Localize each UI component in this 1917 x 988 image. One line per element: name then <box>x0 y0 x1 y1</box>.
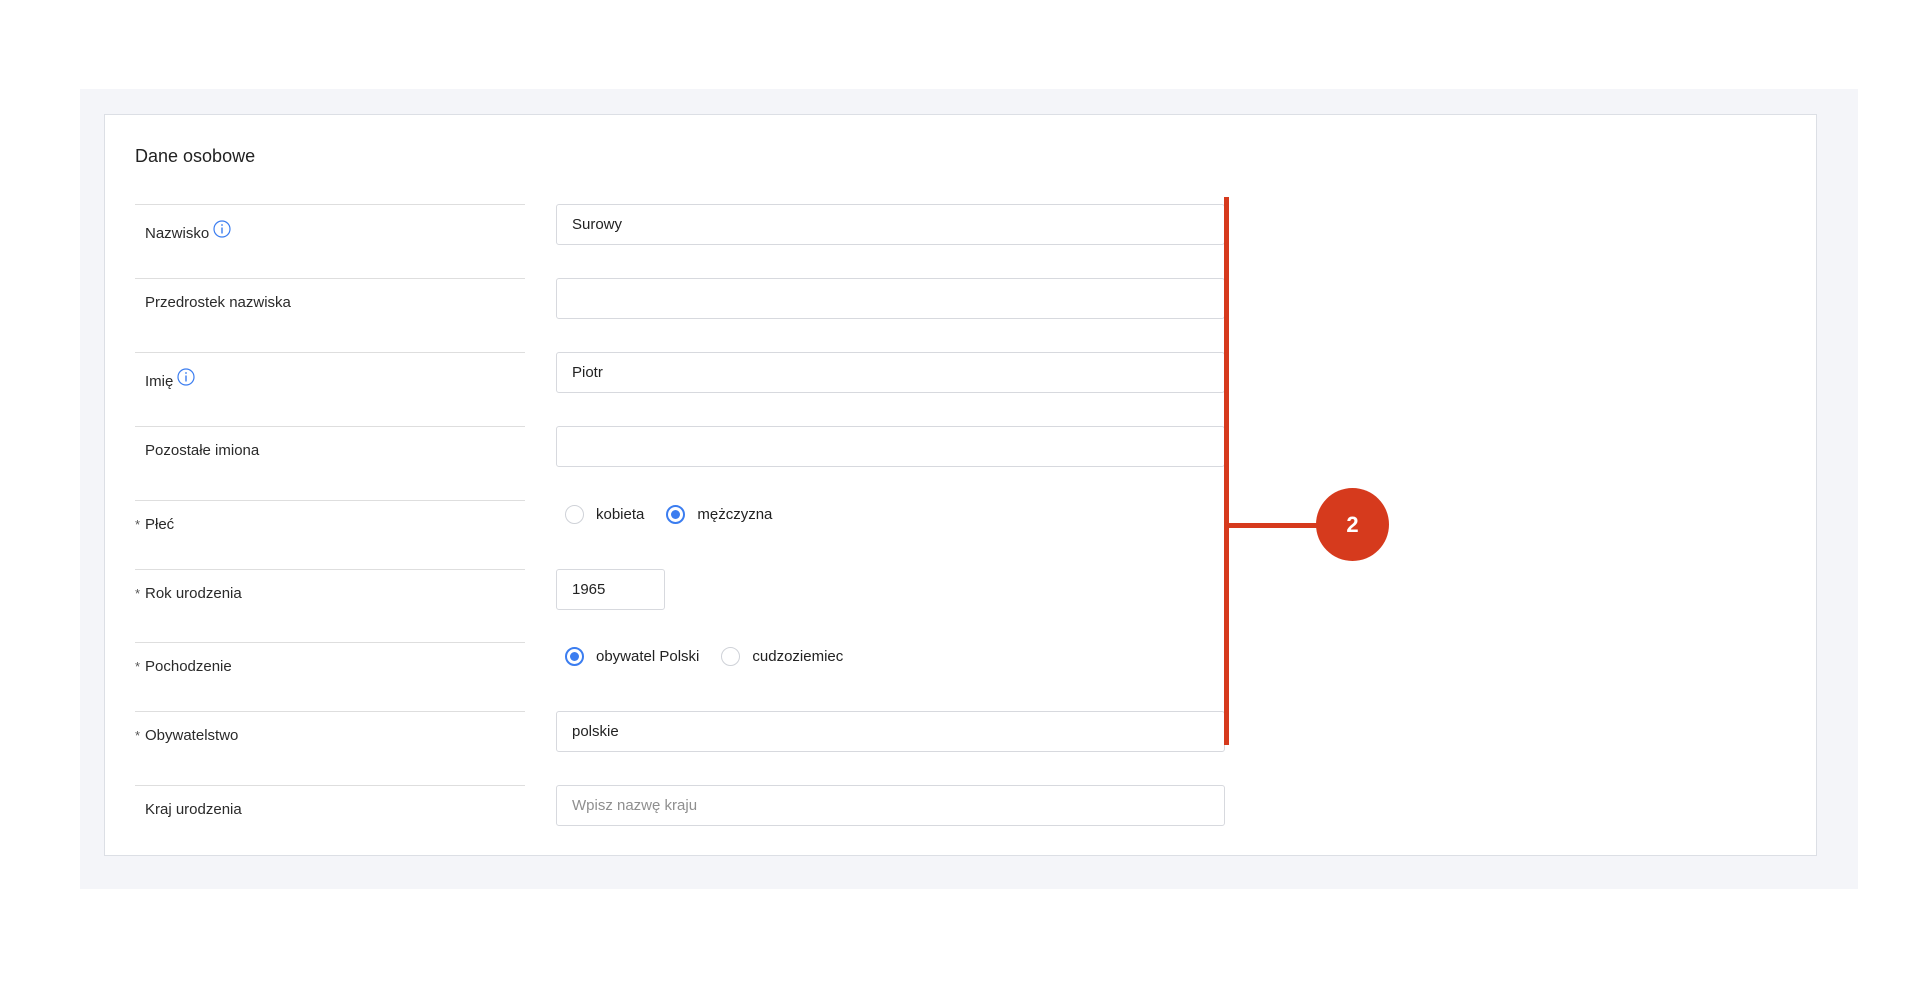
obywatelstwo-input[interactable] <box>556 711 1225 752</box>
kraj-urodzenia-input[interactable] <box>556 785 1225 826</box>
radio-kobieta[interactable]: kobieta <box>565 505 644 524</box>
label-text: Nazwisko <box>145 224 210 242</box>
label-text: Pochodzenie <box>145 658 232 675</box>
radio-label: mężczyzna <box>697 506 773 523</box>
label-pochodzenie: * Pochodzenie <box>135 658 232 675</box>
label-text: Kraj urodzenia <box>145 801 242 818</box>
radio-obywatel-polski[interactable]: obywatel Polski <box>565 647 699 666</box>
required-mark: * <box>135 517 141 532</box>
pochodzenie-radio-group: obywatel Polski cudzoziemiec <box>565 647 865 666</box>
nazwisko-input[interactable] <box>556 204 1225 245</box>
row-divider <box>135 426 525 427</box>
radio-label: cudzoziemiec <box>752 648 844 665</box>
radio-circle-selected[interactable] <box>565 647 584 666</box>
rok-urodzenia-input[interactable] <box>556 569 665 610</box>
required-mark: * <box>135 728 141 743</box>
label-rok-urodzenia: * Rok urodzenia <box>135 585 242 602</box>
pozostale-imiona-input[interactable] <box>556 426 1225 467</box>
label-plec: * Płeć <box>135 516 174 533</box>
radio-label: obywatel Polski <box>596 648 700 665</box>
radio-label: kobieta <box>596 506 645 523</box>
radio-circle[interactable] <box>565 505 584 524</box>
row-divider <box>135 785 525 786</box>
row-divider <box>135 711 525 712</box>
radio-circle-selected[interactable] <box>666 505 686 524</box>
required-mark: * <box>135 659 141 674</box>
label-obywatelstwo: * Obywatelstwo <box>135 727 238 744</box>
label-imie: Imię <box>135 368 195 390</box>
przedrostek-input[interactable] <box>556 278 1225 319</box>
annotation-bracket <box>1224 197 1229 745</box>
info-icon[interactable] <box>177 368 195 386</box>
row-divider <box>135 352 525 353</box>
row-divider <box>135 204 525 205</box>
label-nazwisko: Nazwisko <box>135 220 231 242</box>
label-text: Rok urodzenia <box>145 585 242 602</box>
required-mark: * <box>135 586 141 601</box>
radio-circle[interactable] <box>721 647 741 666</box>
label-pozostale-imiona: Pozostałe imiona <box>135 442 259 459</box>
label-text: Płeć <box>145 516 175 533</box>
label-kraj-urodzenia: Kraj urodzenia <box>135 801 242 818</box>
radio-cudzoziemiec[interactable]: cudzoziemiec <box>721 647 843 666</box>
row-divider <box>135 278 525 279</box>
row-divider <box>135 642 525 643</box>
plec-radio-group: kobieta mężczyzna <box>565 505 794 524</box>
label-przedrostek: Przedrostek nazwiska <box>135 294 291 311</box>
label-text: Przedrostek nazwiska <box>145 294 291 311</box>
imie-input[interactable] <box>556 352 1225 393</box>
annotation-badge: 2 <box>1316 488 1389 561</box>
annotation-connector <box>1229 523 1319 528</box>
info-icon[interactable] <box>213 220 231 238</box>
row-divider <box>135 500 525 501</box>
label-text: Obywatelstwo <box>145 727 239 744</box>
section-title: Dane osobowe <box>135 146 256 166</box>
row-divider <box>135 569 525 570</box>
label-text: Pozostałe imiona <box>145 442 260 459</box>
label-text: Imię <box>145 372 174 390</box>
radio-mezczyzna[interactable]: mężczyzna <box>666 505 772 524</box>
